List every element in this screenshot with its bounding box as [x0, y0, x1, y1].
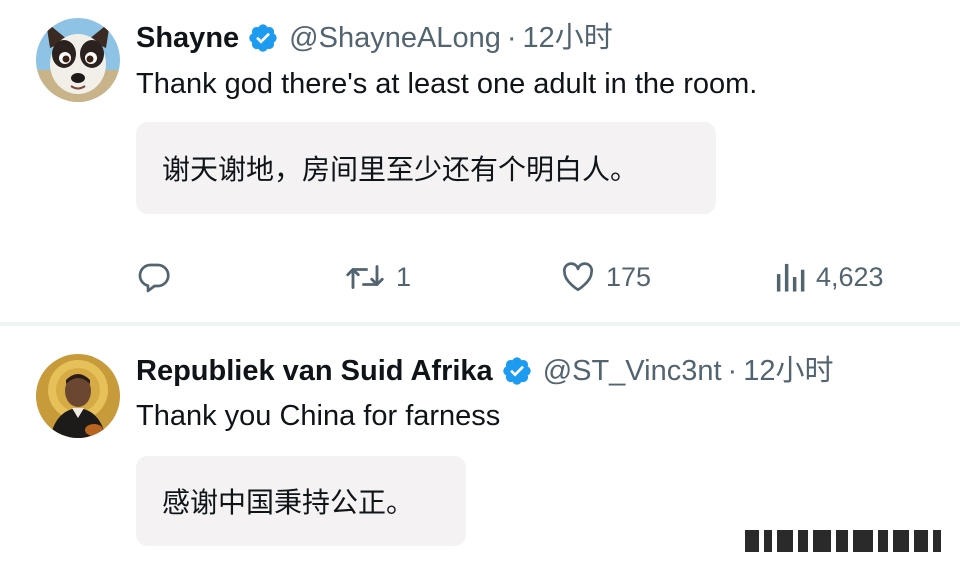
retweet-count: 1: [396, 261, 412, 292]
reply-button[interactable]: [136, 258, 172, 296]
verified-badge-icon: [247, 22, 279, 54]
translation-text: 谢天谢地，房间里至少还有个明白人。: [162, 154, 639, 185]
views-icon: [776, 263, 805, 292]
verified-badge-icon: [501, 355, 533, 387]
heart-icon: [562, 262, 594, 292]
tweet-text: Thank you China for farness: [136, 400, 501, 432]
separator-dot: ·: [727, 355, 738, 387]
watermark: [737, 530, 946, 552]
like-button[interactable]: 175: [560, 258, 651, 296]
like-count: 175: [606, 261, 652, 292]
avatar[interactable]: [36, 354, 120, 438]
tweet-1[interactable]: Shayne @ShayneALong · 12小时 Thank god the…: [0, 0, 960, 322]
retweet-icon: [346, 265, 384, 289]
display-name[interactable]: Republiek van Suid Afrika: [136, 353, 493, 389]
views-button[interactable]: 4,623: [774, 258, 884, 296]
avatar[interactable]: [36, 18, 120, 102]
handle[interactable]: @ShayneALong: [289, 20, 501, 56]
tweet-2[interactable]: Republiek van Suid Afrika @ST_Vinc3nt · …: [0, 326, 960, 568]
timestamp[interactable]: 12小时: [523, 20, 613, 56]
tweet-header: Shayne @ShayneALong · 12小时: [136, 20, 613, 56]
watermark-glyphs: [745, 530, 946, 552]
reply-icon: [138, 263, 170, 293]
translation-box: 感谢中国秉持公正。: [136, 456, 466, 546]
retweet-button[interactable]: 1: [344, 258, 411, 296]
display-name[interactable]: Shayne: [136, 20, 239, 56]
translation-box: 谢天谢地，房间里至少还有个明白人。: [136, 122, 716, 214]
views-count: 4,623: [816, 261, 884, 292]
handle[interactable]: @ST_Vinc3nt: [543, 353, 722, 389]
tweet-header: Republiek van Suid Afrika @ST_Vinc3nt · …: [136, 353, 833, 389]
timestamp[interactable]: 12小时: [743, 353, 833, 389]
translation-text: 感谢中国秉持公正。: [162, 487, 415, 518]
dog-avatar-icon: [36, 18, 120, 102]
saint-portrait-avatar-icon: [36, 354, 120, 438]
separator-dot: ·: [506, 22, 517, 54]
tweet-text: Thank god there's at least one adult in …: [136, 68, 758, 100]
